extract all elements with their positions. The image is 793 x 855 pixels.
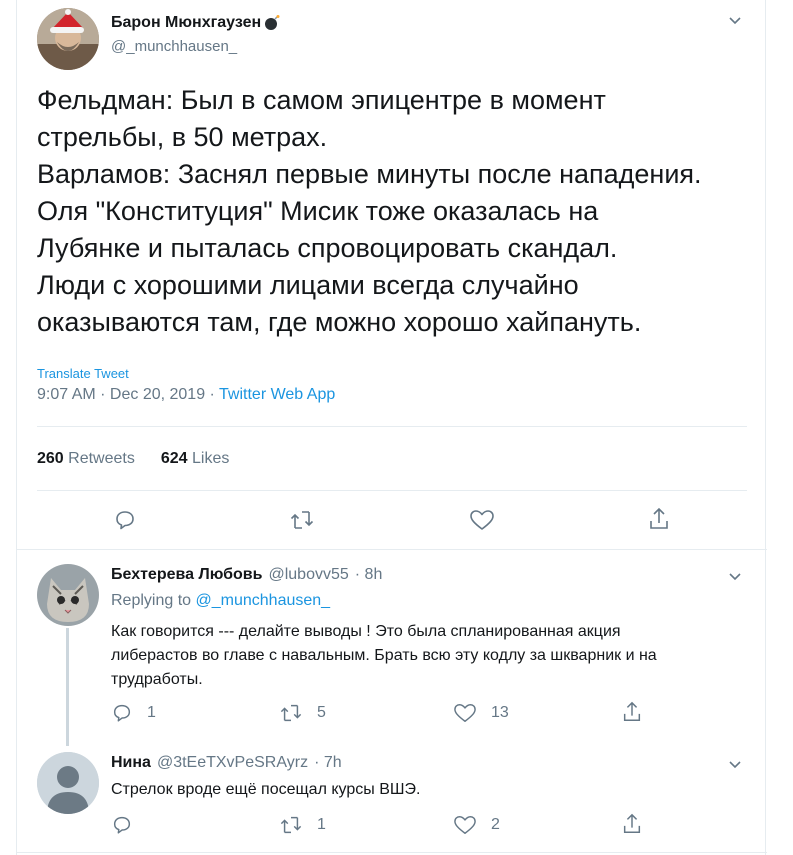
engagement-stats: 260 Retweets 624 Likes	[37, 450, 229, 468]
like-count: 2	[491, 816, 500, 833]
chevron-down-icon[interactable]	[727, 12, 743, 28]
likes-label: Likes	[192, 450, 230, 467]
replying-to-handle[interactable]: @_munchhausen_	[196, 592, 331, 609]
retweets-label: Retweets	[68, 450, 135, 467]
author-name[interactable]: Барон Мюнхгаузен	[111, 14, 281, 32]
like-icon[interactable]	[453, 702, 477, 724]
tweet-line: оказываются там, где можно хорошо хайпан…	[37, 307, 642, 337]
chevron-down-icon[interactable]	[727, 568, 743, 584]
like-button[interactable]: 2	[453, 814, 500, 836]
retweet-count: 5	[317, 704, 326, 721]
reply-text: Как говорится --- делайте выводы ! Это б…	[111, 620, 751, 692]
like-icon[interactable]	[453, 814, 477, 836]
reply-line: трудработы.	[111, 671, 203, 688]
reply-avatar[interactable]	[37, 752, 99, 814]
tweet-line: стрельбы, в 50 метрах.	[37, 122, 328, 152]
tweet-thread: Барон Мюнхгаузен @_munchhausen_ Фельдман…	[16, 0, 767, 855]
reply-count: 1	[147, 704, 156, 721]
reply-author-handle[interactable]: @3tEeTXvPeSRAyrz	[157, 754, 308, 772]
author-name-text[interactable]: Барон Мюнхгаузен	[111, 14, 261, 32]
like-count: 13	[491, 704, 509, 721]
divider	[37, 490, 747, 491]
author-handle[interactable]: @_munchhausen_	[111, 38, 237, 55]
reply-text: Стрелок вроде ещё посещал курсы ВШЭ.	[111, 778, 751, 802]
tweet-meta: 9:07 AM · Dec 20, 2019 · Twitter Web App	[37, 386, 335, 404]
share-icon[interactable]	[621, 812, 643, 836]
retweet-icon[interactable]	[279, 702, 303, 724]
share-button[interactable]	[621, 812, 643, 836]
reply-thread-line	[66, 628, 69, 746]
reply-line: Как говорится --- делайте выводы ! Это б…	[111, 623, 621, 640]
retweet-icon[interactable]	[289, 508, 315, 532]
retweet-button[interactable]: 1	[279, 814, 326, 836]
replying-to: Replying to @_munchhausen_	[111, 592, 330, 610]
tweet-line: Лубянке и пыталась спровоцировать сканда…	[37, 233, 618, 263]
reply-author-name[interactable]: Нина	[111, 754, 151, 772]
like-icon[interactable]	[469, 508, 495, 532]
reply-header: Бехтерева Любовь @lubovv55 · 8h	[111, 566, 382, 584]
reply-icon[interactable]	[111, 814, 133, 836]
reply-time[interactable]: · 7h	[314, 754, 342, 772]
reply-line: Стрелок вроде ещё посещал курсы ВШЭ.	[111, 781, 421, 798]
reply-time[interactable]: · 8h	[355, 566, 383, 584]
reply-avatar[interactable]	[37, 564, 99, 626]
divider	[17, 852, 767, 853]
retweets-stat[interactable]: 260 Retweets	[37, 450, 135, 468]
reply-icon[interactable]	[111, 702, 133, 724]
share-button[interactable]	[621, 700, 643, 724]
tweet-timestamp[interactable]: 9:07 AM · Dec 20, 2019 ·	[37, 386, 219, 403]
divider	[17, 549, 767, 550]
tweet-text: Фельдман: Был в самом эпицентре в момент…	[37, 82, 757, 341]
bomb-icon	[263, 14, 281, 32]
reply-author-handle[interactable]: @lubovv55	[268, 566, 348, 584]
retweets-count: 260	[37, 450, 64, 467]
retweet-count: 1	[317, 816, 326, 833]
tweet-line: Люди с хорошими лицами всегда случайно	[37, 270, 579, 300]
share-icon[interactable]	[647, 506, 671, 532]
author-avatar[interactable]	[37, 8, 99, 70]
reply-icon[interactable]	[113, 508, 137, 532]
reply-author-name[interactable]: Бехтерева Любовь	[111, 566, 262, 584]
retweet-button[interactable]: 5	[279, 702, 326, 724]
likes-count: 624	[160, 450, 188, 467]
replying-to-label: Replying to	[111, 592, 196, 609]
retweet-icon[interactable]	[279, 814, 303, 836]
divider	[37, 426, 747, 427]
likes-stat[interactable]: 624 Likes	[161, 450, 230, 468]
tweet-line: Оля "Конституция" Мисик тоже оказалась н…	[37, 196, 599, 226]
reply-button[interactable]	[111, 814, 133, 836]
chevron-down-icon[interactable]	[727, 756, 743, 772]
tweet-line: Фельдман: Был в самом эпицентре в момент	[37, 85, 606, 115]
tweet-source[interactable]: Twitter Web App	[219, 386, 335, 403]
translate-tweet-link[interactable]: Translate Tweet	[37, 366, 129, 381]
reply-button[interactable]: 1	[111, 702, 156, 724]
reply-line: либерастов во главе с навальным. Брать в…	[111, 647, 657, 664]
reply-header: Нина @3tEeTXvPeSRAyrz · 7h	[111, 754, 342, 772]
like-button[interactable]: 13	[453, 702, 509, 724]
share-icon[interactable]	[621, 700, 643, 724]
tweet-line: Варламов: Заснял первые минуты после нап…	[37, 159, 702, 189]
